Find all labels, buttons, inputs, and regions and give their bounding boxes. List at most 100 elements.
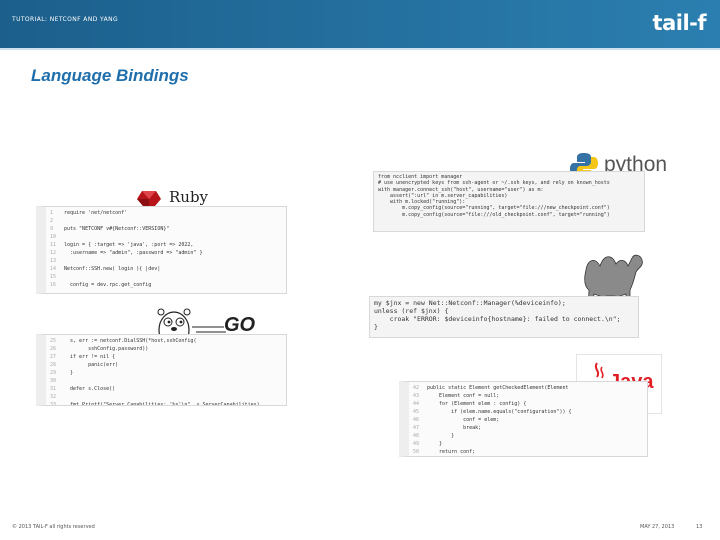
code-line: 48 } <box>413 432 643 440</box>
code-line: 15 <box>50 273 282 281</box>
line-number: 42 <box>413 385 420 391</box>
code-line: 12 :username => "admin", :password => "a… <box>50 249 282 257</box>
code-line: 33 fmt.Printf("Server Capabilities: '%s'… <box>50 401 282 406</box>
code-text: config = dev.rpc.get_config <box>64 282 152 288</box>
code-text: } <box>427 433 455 439</box>
line-number: 29 <box>50 370 57 376</box>
line-number: 9 <box>50 226 54 232</box>
code-line: 11 login = { :target => 'java', :port => … <box>50 241 282 249</box>
footer-copyright: © 2013 TAIL-F all rights reserved <box>12 524 95 530</box>
code-text: return conf; <box>427 449 476 455</box>
code-line: 46 conf = elem; <box>413 416 643 424</box>
code-line: 27 if err != nil { <box>50 353 282 361</box>
code-text: panic(err) <box>64 362 119 368</box>
code-line: 10 <box>50 233 282 241</box>
line-number: 12 <box>50 250 57 256</box>
code-line: m.copy_config(source="running", target="… <box>378 205 610 212</box>
code-text: require 'net/netconf' <box>64 210 128 216</box>
code-line: 26 sshConfig.password)) <box>50 345 282 353</box>
code-text: :username => "admin", :password => "admi… <box>64 250 203 256</box>
code-text: login = { :target => 'java', :port => 20… <box>64 242 194 248</box>
java-code-block: 42 public static Element getCheckedElemen… <box>399 381 648 457</box>
line-number: 10 <box>50 234 57 240</box>
code-text: } <box>64 370 74 376</box>
code-line: 13 <box>50 257 282 265</box>
line-number: 11 <box>50 242 57 248</box>
code-line: 25 s, err := netconf.DialSSH(*host,sshCo… <box>50 337 282 345</box>
line-number: 43 <box>413 393 420 399</box>
slide-title: Language Bindings <box>31 66 189 85</box>
code-line: croak "ERROR: $deviceinfo{hostname}: fai… <box>374 315 621 323</box>
code-line: # use unencrypted keys from ssh-agent or… <box>378 180 610 187</box>
line-number: 50 <box>413 449 420 455</box>
line-number: 45 <box>413 409 420 415</box>
python-code-block: from ncclient import manager # use unencr… <box>373 171 645 232</box>
line-number: 48 <box>413 433 420 439</box>
line-number: 13 <box>50 258 57 264</box>
line-number: 27 <box>50 354 57 360</box>
line-number: 28 <box>50 362 57 368</box>
code-text: public static Element getCheckedElement(… <box>427 385 569 391</box>
code-line: 50 return conf; <box>413 448 643 456</box>
code-line: unless (ref $jnx) { <box>374 307 449 315</box>
code-line: 51} <box>413 456 643 457</box>
line-number: 33 <box>50 402 57 406</box>
line-number: 49 <box>413 441 420 447</box>
code-line: 42 public static Element getCheckedElemen… <box>413 384 643 392</box>
code-line: 16 config = dev.rpc.get_config <box>50 281 282 289</box>
code-line: 14 Netconf::SSH.new( login ){ |dev| <box>50 265 282 273</box>
line-number: 25 <box>50 338 57 344</box>
code-line: 28 panic(err) <box>50 361 282 369</box>
code-text: sshConfig.password)) <box>64 346 149 352</box>
code-text: } <box>427 441 443 447</box>
line-number: 15 <box>50 274 57 280</box>
code-line: my $jnx = new Net::Netconf::Manager(%dev… <box>374 299 566 307</box>
code-line: 9 puts "NETCONF v#{Netconf::VERSION}" <box>50 225 282 233</box>
code-line: 47 break; <box>413 424 643 432</box>
line-number: 46 <box>413 417 420 423</box>
code-line: 49 } <box>413 440 643 448</box>
code-text: defer s.Close() <box>64 386 116 392</box>
line-number: 47 <box>413 425 420 431</box>
line-number: 14 <box>50 266 57 272</box>
code-text: s, err := netconf.DialSSH(*host,sshConfi… <box>64 338 197 344</box>
code-line: 31 defer s.Close() <box>50 385 282 393</box>
code-line: m.copy_config(source="file:///old_checkp… <box>378 211 610 218</box>
header-divider <box>0 48 720 50</box>
code-line: 29 } <box>50 369 282 377</box>
line-number: 2 <box>50 218 54 224</box>
line-number: 1 <box>50 210 54 216</box>
code-text: Element conf = null; <box>427 393 500 399</box>
header-bar: TUTORIAL: NETCONF AND YANG tail-f <box>0 0 720 48</box>
code-line: 45 if (elem.name.equals("configuration")… <box>413 408 643 416</box>
code-text: for (Element elem : config) { <box>427 401 527 407</box>
footer-date: MAY 27, 2013 <box>640 524 675 530</box>
code-text: fmt.Printf("Server Capabilities: '%s'\n"… <box>64 402 260 406</box>
code-line: 44 for (Element elem : config) { <box>413 400 643 408</box>
code-text: Netconf::SSH.new( login ){ |dev| <box>64 266 161 272</box>
code-text: conf = elem; <box>427 417 500 423</box>
header-label: TUTORIAL: NETCONF AND YANG <box>12 16 119 23</box>
code-text: puts "NETCONF v#{Netconf::VERSION}" <box>64 226 170 232</box>
ruby-code-block: 1 require 'net/netconf' 2 9 puts "NETCONF v#… <box>36 206 287 294</box>
line-number: 32 <box>50 394 57 400</box>
footer-page-number: 13 <box>696 524 703 530</box>
code-text: if err != nil { <box>64 354 116 360</box>
code-line: } <box>374 323 378 331</box>
code-line: 32 <box>50 393 282 401</box>
perl-code-block: my $jnx = new Net::Netconf::Manager(%dev… <box>369 296 639 338</box>
line-number: 30 <box>50 378 57 384</box>
code-line: 2 <box>50 217 282 225</box>
tailf-logo: tail-f <box>652 11 707 35</box>
line-number: 16 <box>50 282 57 288</box>
code-line: 43 Element conf = null; <box>413 392 643 400</box>
line-number: 26 <box>50 346 57 352</box>
line-number: 44 <box>413 401 420 407</box>
code-text: if (elem.name.equals("configuration")) { <box>427 409 572 415</box>
code-text: break; <box>427 425 482 431</box>
code-line: 30 <box>50 377 282 385</box>
code-line: 1 require 'net/netconf' <box>50 209 282 217</box>
line-number: 31 <box>50 386 57 392</box>
line-number: 51 <box>413 456 427 457</box>
ruby-brand: Ruby <box>169 188 209 206</box>
